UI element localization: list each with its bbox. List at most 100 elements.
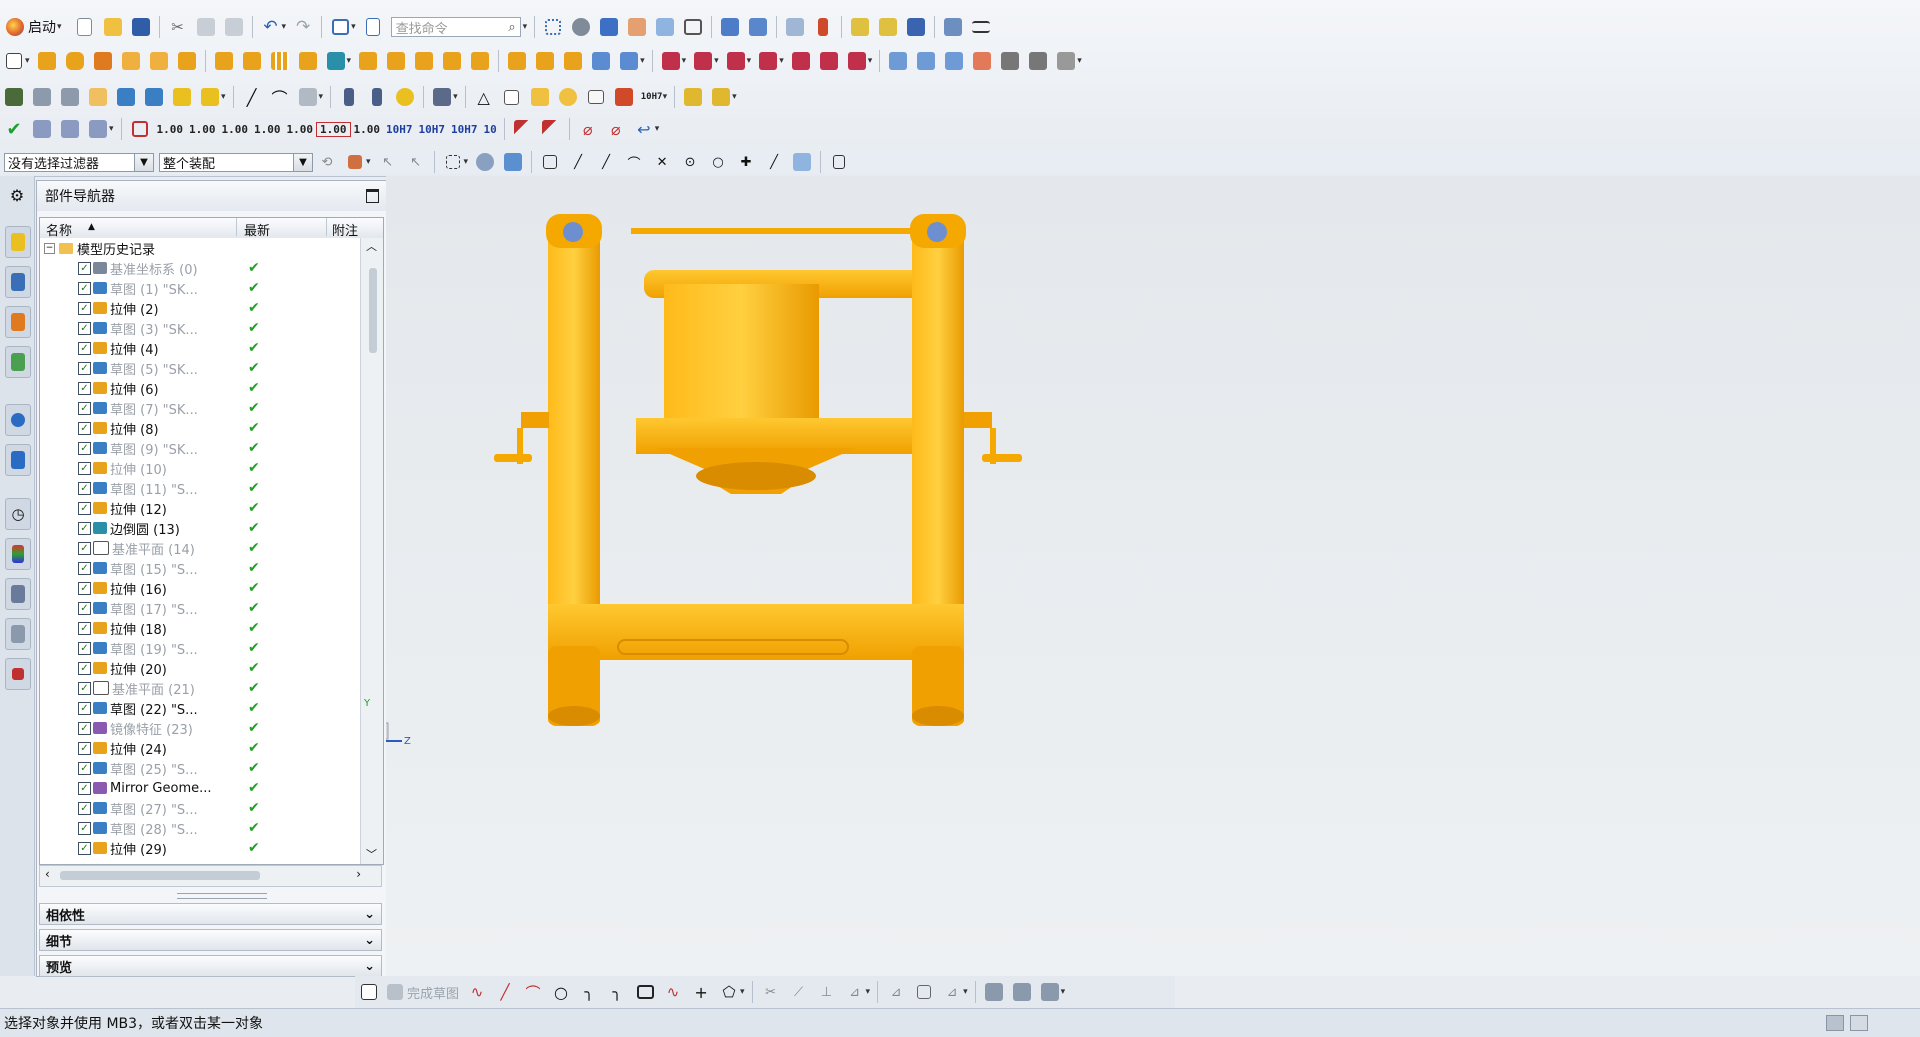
extrude-button[interactable] (34, 49, 60, 73)
fit-format-1[interactable]: 10H7 (383, 123, 416, 136)
symbol-button[interactable] (555, 85, 581, 109)
tree-row[interactable]: ✓ 草图 (5) "SK... ✔ (40, 358, 376, 378)
reuse-library-tab[interactable] (5, 346, 31, 378)
visibility-checkbox[interactable]: ✓ (78, 841, 91, 855)
orient-view-button[interactable] (596, 15, 622, 39)
annotation-button[interactable] (527, 85, 553, 109)
paste-button[interactable] (221, 15, 247, 39)
snap-existing-point-button[interactable] (537, 150, 563, 174)
render-style-button[interactable] (568, 15, 594, 39)
edit-object-display-button[interactable] (85, 85, 111, 109)
visibility-checkbox[interactable]: ✓ (78, 581, 91, 595)
tree-row[interactable]: ✓ 草图 (15) "S... ✔ (40, 558, 376, 578)
tree-row[interactable]: ✓ 草图 (9) "SK... ✔ (40, 438, 376, 458)
through-curves-button[interactable] (913, 49, 939, 73)
show-constraints-button[interactable]: ⊿ (883, 980, 909, 1004)
fit-format-2[interactable]: 10H7 (416, 123, 449, 136)
column-latest[interactable]: 最新 (244, 220, 270, 239)
snap-arc-center-button[interactable]: ⊙ (677, 150, 703, 174)
web-browser-tab[interactable] (5, 404, 31, 436)
chevron-down-icon[interactable]: ▾ (523, 22, 528, 32)
chevron-down-icon[interactable]: ▾ (1061, 987, 1066, 997)
dim-format-4[interactable]: 1.00 (251, 123, 284, 136)
snap-intersection-button[interactable]: ✕ (649, 150, 675, 174)
profile-button[interactable]: ∿ (464, 980, 490, 1004)
group-face-button[interactable] (844, 49, 870, 73)
visibility-checkbox[interactable]: ✓ (78, 361, 91, 375)
chevron-down-icon[interactable]: ▾ (1077, 56, 1082, 66)
chevron-down-icon[interactable]: ▾ (868, 56, 873, 66)
chevron-down-icon[interactable]: ▾ (109, 124, 114, 134)
type-filter-button[interactable] (342, 150, 368, 174)
split-body-button[interactable] (560, 49, 586, 73)
pull-face-button[interactable] (690, 49, 716, 73)
tree-row[interactable]: ✓ 镜像特征 (23) ✔ (40, 718, 376, 738)
pattern-feature-button[interactable] (267, 49, 293, 73)
tree-row[interactable]: ✓ 拉伸 (8) ✔ (40, 418, 376, 438)
chevron-down-icon[interactable]: ▾ (640, 56, 645, 66)
visibility-checkbox[interactable]: ✓ (78, 781, 91, 795)
scroll-thumb-horizontal[interactable] (60, 871, 260, 880)
relations-button[interactable] (57, 117, 83, 141)
visibility-checkbox[interactable]: ✓ (78, 441, 91, 455)
roles-tab[interactable] (5, 618, 31, 650)
tree-root[interactable]: − 模型历史记录 (40, 238, 376, 258)
chevron-down-icon[interactable]: ▾ (282, 22, 287, 32)
visibility-checkbox[interactable]: ✓ (78, 761, 91, 775)
tree-row[interactable]: ✓ 草图 (19) "S... ✔ (40, 638, 376, 658)
visibility-checkbox[interactable]: ✓ (78, 401, 91, 415)
tree-row[interactable]: ✓ 拉伸 (2) ✔ (40, 298, 376, 318)
point-button[interactable] (113, 85, 139, 109)
block-button[interactable] (504, 49, 530, 73)
thread-button[interactable] (392, 85, 418, 109)
rib-button[interactable] (211, 49, 237, 73)
search-input[interactable]: 查找命令 ⌕ (390, 17, 521, 37)
tree-row[interactable]: ✓ 草图 (27) "S... ✔ (40, 798, 376, 818)
chevron-down-icon[interactable]: ▾ (25, 56, 30, 66)
quick-trim-button[interactable]: ✂ (758, 980, 784, 1004)
visibility-checkbox[interactable]: ✓ (78, 301, 91, 315)
chevron-down-icon[interactable]: ▾ (366, 157, 371, 167)
make-corner-button[interactable]: ⊥ (814, 980, 840, 1004)
scroll-left-icon[interactable]: ‹ (45, 867, 50, 881)
hide-button[interactable] (429, 85, 455, 109)
tree-row[interactable]: ✓ 拉伸 (16) ✔ (40, 578, 376, 598)
visibility-checkbox[interactable]: ✓ (78, 741, 91, 755)
patch-button[interactable] (616, 49, 642, 73)
tree-row[interactable]: ✓ 边倒圆 (13) ✔ (40, 518, 376, 538)
layout-button[interactable] (680, 15, 706, 39)
visibility-checkbox[interactable]: ✓ (78, 461, 91, 475)
visibility-checkbox[interactable]: ✓ (78, 481, 91, 495)
diameter-button[interactable]: ⌀ (575, 117, 601, 141)
chevron-down-icon[interactable]: ▾ (319, 92, 324, 102)
triangle-button[interactable]: △ (471, 85, 497, 109)
clock-tab[interactable]: ◷ (5, 498, 31, 530)
visibility-checkbox[interactable]: ✓ (78, 621, 91, 635)
visibility-checkbox[interactable]: ✓ (78, 561, 91, 575)
highlight-button[interactable] (624, 15, 650, 39)
reset-filter-button[interactable]: ⟲ (314, 150, 340, 174)
chevron-down-icon[interactable]: ▾ (655, 124, 660, 134)
datum-axis-button[interactable] (169, 85, 195, 109)
pocket-button[interactable] (146, 49, 172, 73)
tree-row[interactable]: ✓ 基准平面 (21) ✔ (40, 678, 376, 698)
wcs-button[interactable] (717, 15, 743, 39)
tree-row[interactable]: ✓ 拉伸 (29) ✔ (40, 838, 376, 858)
dim-format-7[interactable]: 1.00 (351, 123, 384, 136)
chevron-down-icon[interactable]: ▾ (682, 56, 687, 66)
shell-button[interactable] (355, 49, 381, 73)
chevron-down-icon[interactable]: ▾ (351, 22, 356, 32)
chevron-down-icon[interactable]: ▾ (747, 56, 752, 66)
tree-row[interactable]: ✓ 草图 (28) "S... ✔ (40, 818, 376, 838)
distance-button[interactable] (968, 15, 994, 39)
visibility-checkbox[interactable]: ✓ (78, 541, 91, 555)
window-button[interactable] (327, 15, 353, 39)
dim-format-2[interactable]: 1.00 (186, 123, 219, 136)
arc-tool-button[interactable]: ⌒ (267, 85, 293, 109)
chevron-down-icon[interactable]: ▾ (732, 92, 737, 102)
pad-button[interactable] (174, 49, 200, 73)
arc-button[interactable]: ⌒ (520, 980, 546, 1004)
point-sketch-button[interactable]: + (688, 980, 714, 1004)
deselect-button[interactable]: ↖ (403, 150, 429, 174)
dim-format-1[interactable]: 1.00 (154, 123, 187, 136)
